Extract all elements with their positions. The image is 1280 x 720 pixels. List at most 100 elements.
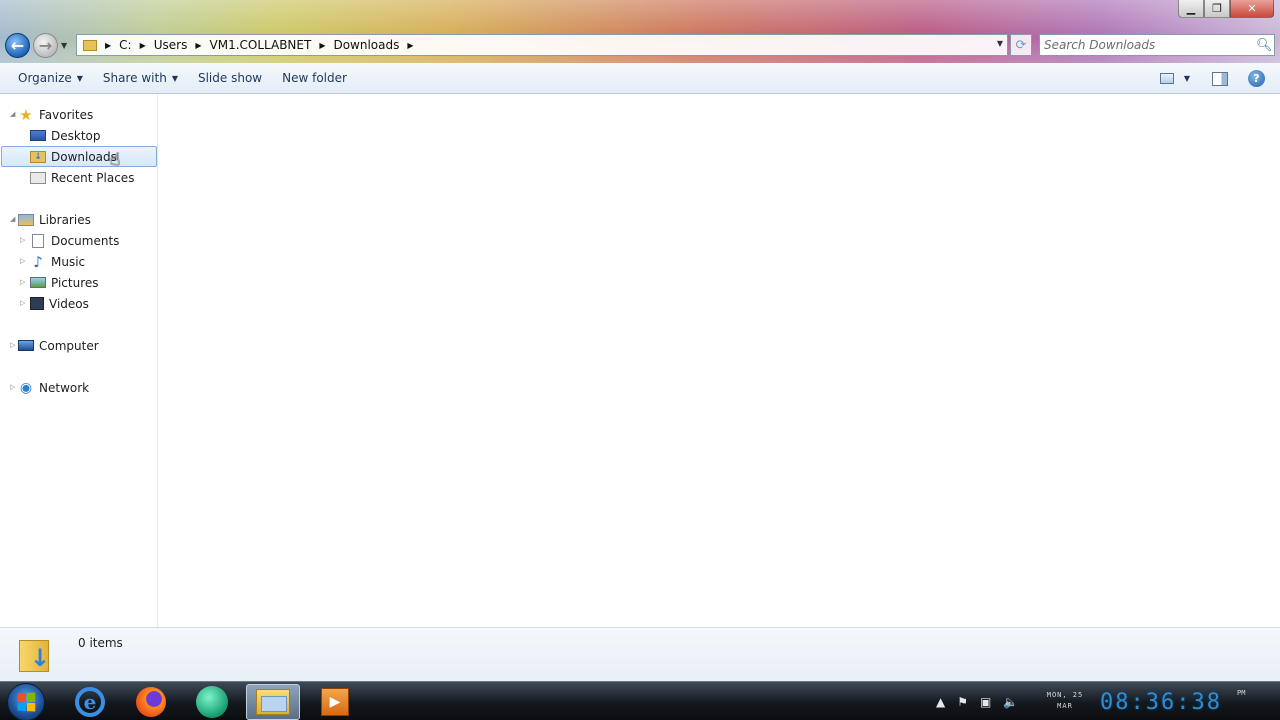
nav-item-desktop[interactable]: Desktop bbox=[30, 125, 101, 146]
pictures-expander[interactable]: ▷ bbox=[20, 278, 25, 286]
preview-pane-icon[interactable] bbox=[1212, 71, 1228, 86]
libraries-icon bbox=[18, 213, 34, 226]
slide-show-label: Slide show bbox=[197, 71, 263, 85]
nav-item-videos[interactable]: Videos bbox=[30, 293, 89, 314]
nav-label: Videos bbox=[49, 296, 89, 311]
breadcrumb-item-downloads[interactable]: Downloads bbox=[329, 35, 403, 55]
breadcrumb-separator[interactable]: ▶ bbox=[403, 41, 417, 50]
nav-item-pictures[interactable]: Pictures bbox=[30, 272, 99, 293]
downloads-folder-icon bbox=[81, 37, 101, 53]
network-icon[interactable]: ▣ bbox=[980, 695, 991, 709]
nav-item-computer[interactable]: Computer bbox=[18, 335, 99, 356]
minimize-button[interactable]: ▁ bbox=[1178, 0, 1204, 18]
view-controls: ▼ ? bbox=[1159, 63, 1280, 94]
refresh-button[interactable]: ⟳ bbox=[1010, 34, 1032, 56]
nav-label: Pictures bbox=[51, 275, 99, 290]
nav-item-libraries[interactable]: Libraries bbox=[18, 209, 91, 230]
close-button[interactable]: ✕ bbox=[1230, 0, 1274, 18]
nav-item-music[interactable]: ♪ Music bbox=[30, 251, 85, 272]
file-list[interactable] bbox=[159, 95, 1280, 627]
nav-item-recent-places[interactable]: Recent Places bbox=[30, 167, 134, 188]
breadcrumb-item-user[interactable]: VM1.COLLABNET bbox=[206, 35, 316, 55]
hand-cursor-icon: ☝ bbox=[110, 150, 121, 170]
clock[interactable]: 08:36:38 bbox=[1100, 690, 1222, 715]
libraries-expander[interactable]: ◢ bbox=[10, 215, 15, 223]
chevron-down-icon: ▼ bbox=[171, 73, 178, 83]
taskbar-firefox[interactable] bbox=[124, 684, 178, 720]
nav-label: Desktop bbox=[51, 128, 101, 143]
desktop-icon bbox=[30, 130, 46, 141]
breadcrumb-separator[interactable]: ▶ bbox=[101, 41, 115, 50]
nav-item-network[interactable]: ◉ Network bbox=[18, 377, 89, 398]
downloads-folder-icon: ↓ bbox=[19, 636, 53, 672]
nav-label: Recent Places bbox=[51, 170, 135, 185]
internet-explorer-icon: e bbox=[75, 687, 105, 717]
breadcrumb-separator[interactable]: ▶ bbox=[136, 41, 150, 50]
nav-label: Documents bbox=[51, 233, 120, 248]
windows-logo-icon bbox=[17, 692, 36, 712]
slide-show-button[interactable]: Slide show bbox=[187, 71, 271, 85]
favorites-expander[interactable]: ◢ bbox=[10, 110, 15, 118]
view-options-dropdown[interactable]: ▼ bbox=[1184, 74, 1190, 83]
forward-button[interactable]: → bbox=[33, 33, 58, 58]
back-button[interactable]: ← bbox=[5, 33, 30, 58]
new-folder-button[interactable]: New folder bbox=[271, 71, 356, 85]
nav-label: Downloads bbox=[51, 149, 117, 164]
music-expander[interactable]: ▷ bbox=[20, 257, 25, 265]
start-button[interactable] bbox=[7, 683, 45, 720]
nav-label: Computer bbox=[39, 338, 99, 353]
share-with-label: Share with bbox=[102, 71, 167, 85]
documents-expander[interactable]: ▷ bbox=[20, 236, 25, 244]
change-view-icon[interactable] bbox=[1159, 73, 1174, 84]
firefox-icon bbox=[136, 687, 166, 717]
pictures-icon bbox=[30, 277, 46, 288]
search-input[interactable] bbox=[1040, 38, 1256, 52]
downloads-folder-icon bbox=[30, 150, 46, 163]
computer-icon bbox=[18, 340, 34, 351]
film-icon bbox=[30, 297, 44, 310]
organize-label: Organize bbox=[18, 71, 72, 85]
share-with-button[interactable]: Share with ▼ bbox=[92, 71, 187, 85]
date-display[interactable]: MON, 25 MAR bbox=[1042, 690, 1088, 712]
breadcrumb-item-c[interactable]: C: bbox=[115, 35, 135, 55]
nav-item-documents[interactable]: Documents bbox=[30, 230, 119, 251]
videos-expander[interactable]: ▷ bbox=[20, 299, 25, 307]
date-line: MON, 25 bbox=[1046, 691, 1084, 699]
music-note-icon: ♪ bbox=[33, 252, 43, 271]
month-line: MAR bbox=[1057, 702, 1073, 710]
search-box[interactable]: 🔍︎ bbox=[1039, 34, 1275, 56]
address-bar[interactable]: ▶ C: ▶ Users ▶ VM1.COLLABNET ▶ Downloads… bbox=[76, 34, 1008, 56]
breadcrumb-separator[interactable]: ▶ bbox=[315, 41, 329, 50]
nav-item-favorites[interactable]: ★ Favorites bbox=[18, 104, 93, 125]
globe-icon bbox=[196, 686, 228, 718]
media-player-icon: ▶ bbox=[321, 688, 349, 716]
volume-muted-icon[interactable]: 🔈 bbox=[1003, 695, 1018, 709]
nav-item-downloads[interactable]: Downloads bbox=[1, 146, 157, 167]
windows-explorer-icon bbox=[256, 689, 290, 715]
taskbar-globe-app[interactable] bbox=[185, 684, 239, 720]
breadcrumb-item-users[interactable]: Users bbox=[150, 35, 192, 55]
recent-pages-dropdown[interactable]: ▼ bbox=[61, 41, 67, 50]
system-tray: ▲ ⚑ ▣ 🔈 bbox=[936, 682, 1018, 720]
details-pane: ↓ 0 items bbox=[0, 627, 1280, 681]
window-controls: ▁ ❐ ✕ bbox=[1178, 0, 1274, 18]
nav-label: Libraries bbox=[39, 212, 91, 227]
maximize-button[interactable]: ❐ bbox=[1204, 0, 1230, 18]
item-count: 0 items bbox=[78, 636, 123, 650]
ampm-indicator: PM bbox=[1237, 689, 1246, 697]
star-icon: ★ bbox=[19, 105, 33, 124]
organize-button[interactable]: Organize ▼ bbox=[0, 71, 92, 85]
documents-icon bbox=[32, 233, 44, 248]
taskbar-media-player[interactable]: ▶ bbox=[308, 684, 362, 720]
breadcrumb-separator[interactable]: ▶ bbox=[191, 41, 205, 50]
help-icon[interactable]: ? bbox=[1248, 70, 1265, 87]
search-icon[interactable]: 🔍︎ bbox=[1256, 38, 1274, 53]
computer-expander[interactable]: ▷ bbox=[10, 341, 15, 349]
address-history-dropdown[interactable]: ▼ bbox=[997, 39, 1003, 48]
action-center-flag-icon[interactable]: ⚑ bbox=[957, 695, 968, 709]
show-hidden-icons-button[interactable]: ▲ bbox=[936, 695, 945, 709]
taskbar-internet-explorer[interactable]: e bbox=[63, 684, 117, 720]
network-expander[interactable]: ▷ bbox=[10, 383, 15, 391]
taskbar: e ▶ ▲ ⚑ ▣ 🔈 MON, 25 MAR 08:36:38 PM bbox=[0, 681, 1280, 720]
taskbar-windows-explorer[interactable] bbox=[246, 684, 300, 720]
